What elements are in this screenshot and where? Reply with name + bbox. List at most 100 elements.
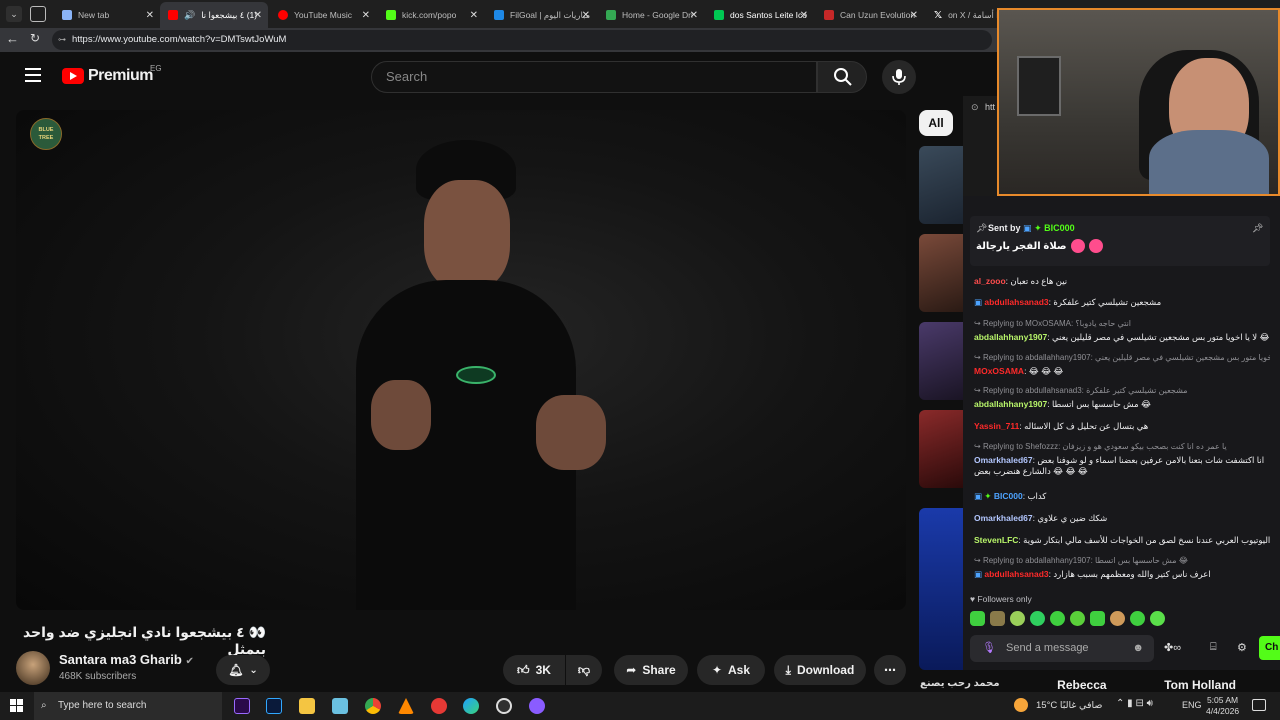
chat-username[interactable]: abdullahsanad3 [984,297,1048,307]
premiere-icon[interactable] [234,698,250,714]
channel-avatar[interactable] [16,651,50,685]
dislike-button[interactable]: 👎︎ [566,655,602,685]
chat-username[interactable]: Omarkhaled67 [974,455,1033,465]
close-icon[interactable]: ✕ [146,10,154,21]
tab-google-drive[interactable]: Home - Google Dri ✕ [598,4,704,26]
address-bar[interactable]: ⊶ https://www.youtube.com/watch?v=DMTswt… [52,30,992,50]
close-icon[interactable]: ✕ [910,10,918,21]
chat-username[interactable]: abdallahhany1907 [974,399,1047,409]
close-icon[interactable]: ✕ [582,10,590,21]
chat-text: هي بتسال عن تحليل ف كل الاسئاله [1024,421,1149,431]
chat-username[interactable]: BIC000 [994,491,1023,501]
more-actions-button[interactable]: ⋯ [874,655,906,685]
reply-icon: ↪ [974,386,981,395]
tab-label: dos Santos Leite Ico [730,10,808,20]
recommended-thumbnail[interactable] [919,410,963,488]
language-indicator[interactable]: ENG [1182,700,1202,710]
windows-start-icon[interactable] [10,699,23,712]
emote-icon[interactable] [1130,611,1145,626]
clock[interactable]: 5:05 AM 4/4/2026 [1206,695,1239,717]
app-icon[interactable] [332,698,348,714]
tab-kick[interactable]: kick.com/popo ✕ [378,4,484,26]
recommended-thumbnail[interactable] [919,508,963,670]
microphone-icon [892,69,906,85]
video-player[interactable]: BLUE TREE [16,110,906,610]
obs-icon[interactable] [496,698,512,714]
chat-username[interactable]: al_zooo [974,276,1006,286]
reload-icon[interactable]: ↻ [30,31,40,45]
chat-username[interactable]: Omarkhaled67 [974,513,1033,523]
badge-icon: ▣ [974,491,983,501]
ask-button[interactable]: ✦ Ask [697,655,765,685]
tab-youtube-video[interactable]: 🔊 (1) ٤ بيشجعوا نا ✕ [160,2,268,28]
share-button[interactable]: ➦ Share [614,655,688,685]
close-icon[interactable]: ✕ [362,10,370,21]
emote-icon[interactable] [990,611,1005,626]
notification-bell-button[interactable]: 🔔︎ ⌄ [216,655,270,685]
unpin-icon[interactable]: 📌︎ [1252,223,1263,234]
emote-icon[interactable] [1050,611,1065,626]
chat-username[interactable]: MOxOSAMA [974,366,1024,376]
emote-icon[interactable] [1150,611,1165,626]
file-explorer-icon[interactable] [299,698,315,714]
hoodie-logo [456,366,496,384]
chat-users-icon[interactable]: ✤∞ [1164,641,1181,654]
youtube-logo[interactable]: Premium [62,67,153,85]
vlc-icon[interactable] [398,698,414,714]
back-icon[interactable]: ← [6,31,19,46]
emote-icon[interactable] [970,611,985,626]
chat-username[interactable]: abdullahsanad3 [984,569,1048,579]
like-button[interactable]: 👍︎ 3K [503,655,565,685]
search-button[interactable] [817,61,867,93]
system-tray-icons[interactable]: ⌃ ▮ ⊟ 🔊︎ [1116,698,1153,709]
chat-username[interactable]: abdallahhany1907 [974,332,1047,342]
wps-icon[interactable] [431,698,447,714]
emoji-icon[interactable]: ☻ [1132,635,1144,662]
chat-username[interactable]: Yassin_711 [974,421,1019,431]
close-icon[interactable]: ✕ [800,10,808,21]
voice-search-button[interactable] [882,60,916,94]
recommended-thumbnail[interactable] [919,146,963,224]
channel-name[interactable]: Santara ma3 Gharib ✔ [59,652,194,667]
edge-icon[interactable] [463,698,479,714]
tab-can-uzun[interactable]: Can Uzun Evolution ✕ [816,4,924,26]
tab-filgoal[interactable]: FilGoal | مباريات اليوم ✕ [486,4,596,26]
speaker-icon[interactable]: 🔊 [184,10,195,21]
emote-icon[interactable] [1030,611,1045,626]
gift-icon[interactable]: ⌸ [1210,641,1217,654]
taskbar-search-box[interactable]: ⌕ Type here to search [34,692,222,720]
notification-icon[interactable] [1252,699,1266,711]
close-icon[interactable]: ✕ [690,10,698,21]
photoshop-icon[interactable] [266,698,282,714]
emote-icon[interactable] [1110,611,1125,626]
settings-icon[interactable]: ⚙ [1237,641,1247,654]
tab-label: New tab [78,10,110,20]
youtube-music-icon [278,10,288,20]
tab-youtube-music[interactable]: YouTube Music ✕ [270,4,376,26]
tab-list-button[interactable]: ⌄ [6,6,22,22]
tab-dos-santos[interactable]: dos Santos Leite Ico ✕ [706,4,814,26]
download-button[interactable]: ⤓ Download [774,655,866,685]
mic-icon[interactable]: 🎙︎ [982,635,996,662]
tab-new-tab[interactable]: New tab ✕ [54,4,160,26]
menu-icon[interactable] [25,68,41,82]
close-icon[interactable]: ✕ [470,10,478,21]
chat-username[interactable]: StevenLFC [974,535,1018,545]
app-icon[interactable] [529,698,545,714]
tab-x[interactable]: 𝕏 on X / عزا أسامة [926,4,1000,26]
recommended-thumbnail[interactable] [919,234,963,312]
emote-icon[interactable] [1010,611,1025,626]
weather-text[interactable]: 15°C صافي غالبًا [1036,700,1102,711]
search-input[interactable]: Search [371,61,817,93]
recommended-thumbnail[interactable] [919,322,963,400]
emote-icon[interactable] [1090,611,1105,626]
close-icon[interactable]: ✕ [254,10,262,21]
tab-label: Can Uzun Evolution [840,10,916,20]
workspace-icon[interactable] [30,6,46,22]
chip-all[interactable]: All [919,110,953,136]
site-info-icon[interactable]: ⊶ [58,30,66,50]
emote-icon[interactable] [1070,611,1085,626]
chat-message-input[interactable]: 🎙︎ Send a message ☻ [970,635,1154,662]
chrome-icon[interactable] [365,698,381,714]
chat-button[interactable]: Ch [1259,636,1280,660]
